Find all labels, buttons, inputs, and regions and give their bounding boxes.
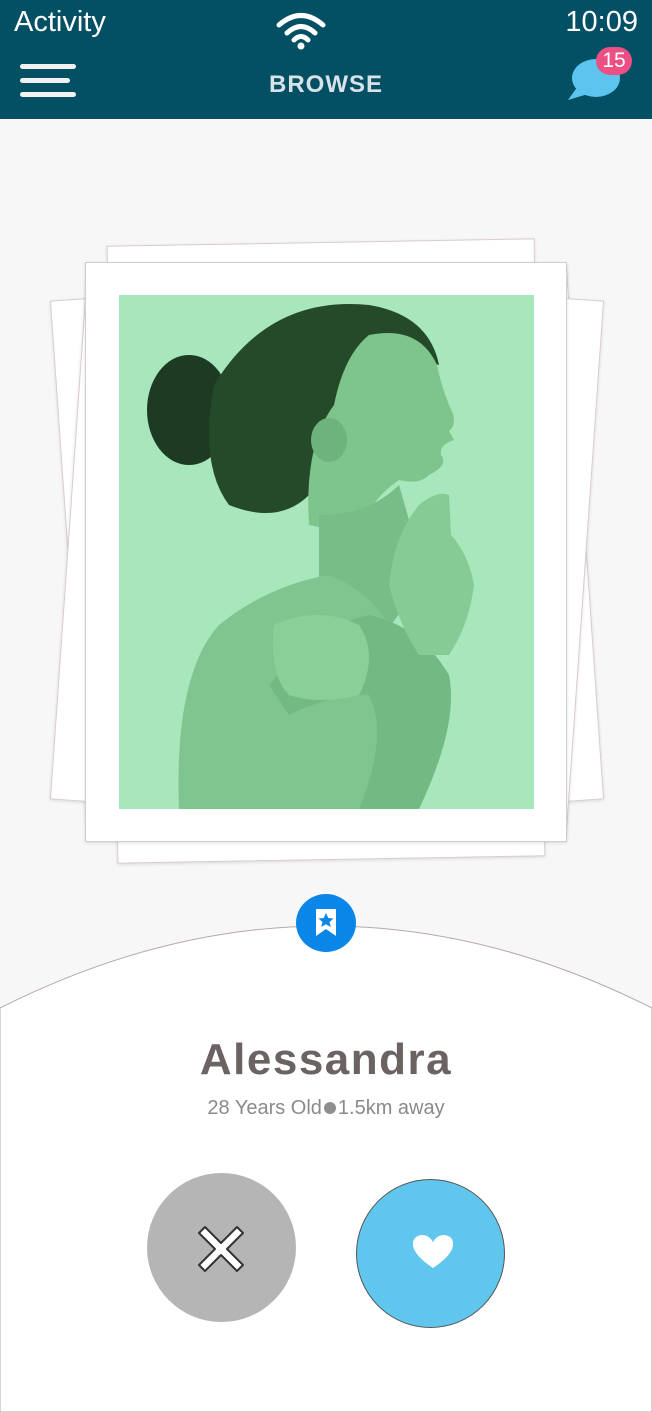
wifi-icon <box>276 13 326 50</box>
status-time: 10:09 <box>565 6 638 38</box>
profile-meta: 28 Years Old 1.5km away <box>0 1097 652 1120</box>
bookmark-star-icon <box>316 909 336 936</box>
status-carrier: Activity <box>14 6 106 38</box>
profile-distance: 1.5km away <box>337 1097 445 1119</box>
bookmark-button[interactable] <box>296 894 356 952</box>
separator-dot <box>323 1102 336 1114</box>
profile-photo <box>119 295 534 809</box>
close-x-icon <box>198 1226 244 1272</box>
profile-card[interactable] <box>85 262 567 842</box>
chat-badge: 15 <box>596 47 632 75</box>
app-header: Activity 10:09 BROWSE 15 <box>0 0 652 119</box>
profile-photo-illustration <box>119 295 534 809</box>
like-button[interactable] <box>356 1179 505 1328</box>
profile-panel <box>0 925 652 1412</box>
heart-icon <box>412 1235 454 1268</box>
hamburger-icon <box>20 64 76 69</box>
profile-age: 28 Years Old <box>207 1097 322 1119</box>
page-title: BROWSE <box>269 71 383 98</box>
profile-name: Alessandra <box>199 1035 453 1084</box>
reject-button[interactable] <box>147 1173 296 1322</box>
